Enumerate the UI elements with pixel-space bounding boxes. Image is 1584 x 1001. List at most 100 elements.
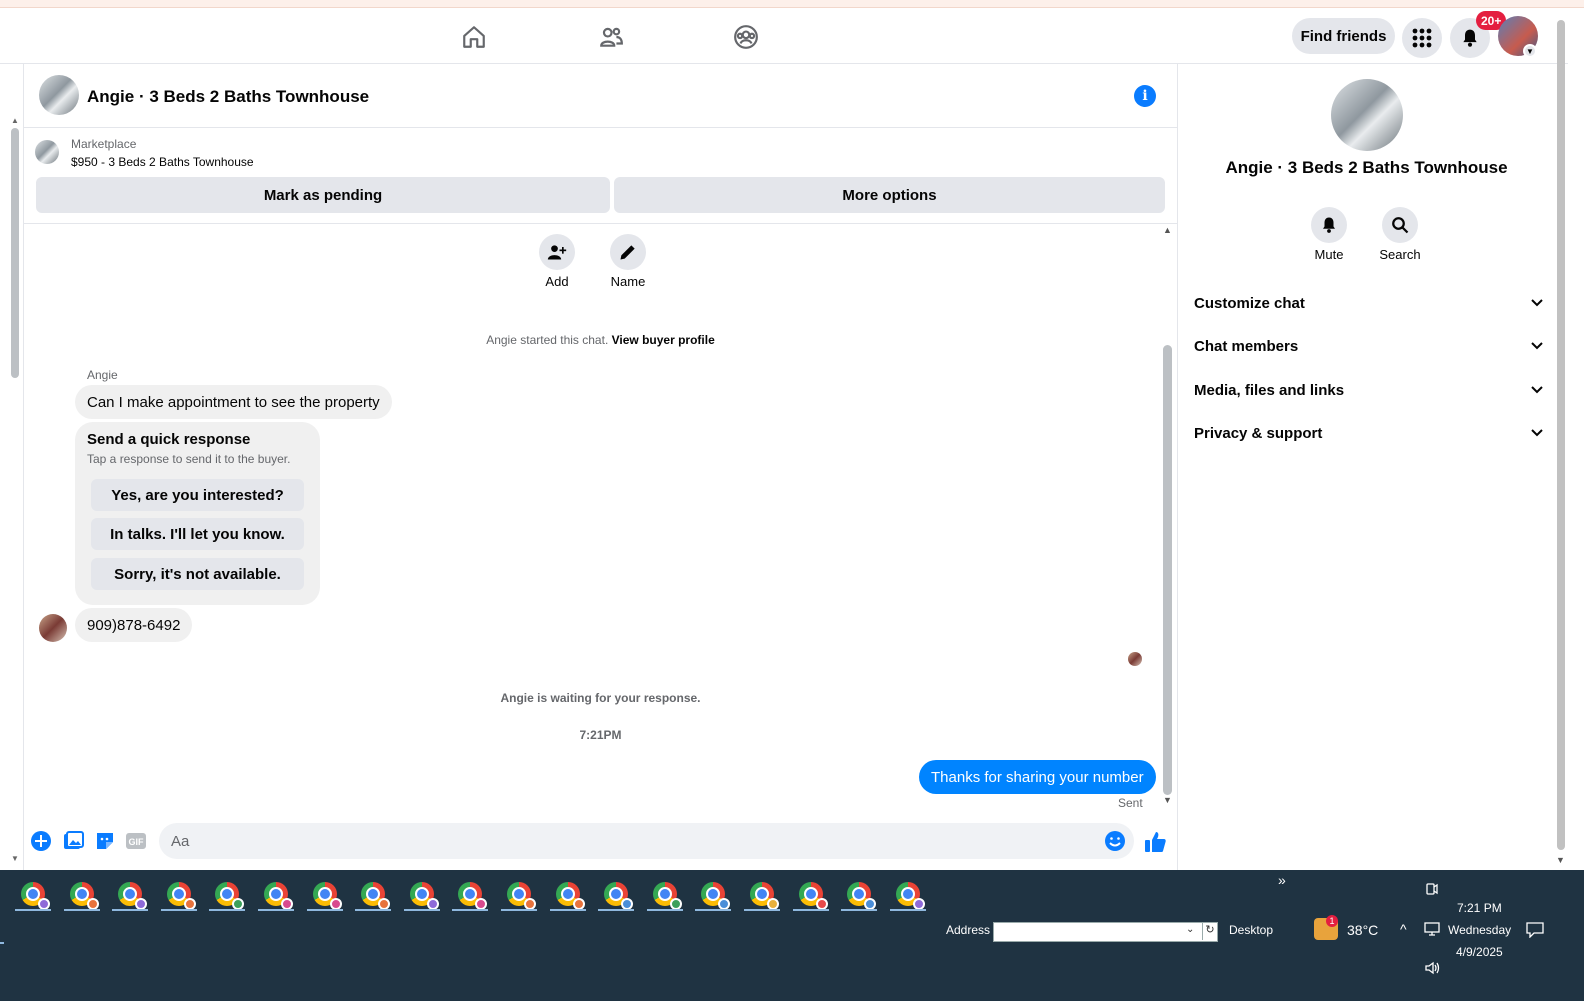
search-icon[interactable] [1382,207,1418,243]
meet-now-icon[interactable] [1424,882,1438,899]
media-files-links-section[interactable]: Media, files and links [1194,370,1544,410]
scroll-up-icon[interactable]: ▲ [1163,225,1172,235]
chat-title[interactable]: Angie · 3 Beds 2 Baths Townhouse [87,87,369,107]
outgoing-message[interactable]: Thanks for sharing your number [919,760,1156,794]
weather-icon[interactable]: 1 [1314,915,1338,940]
mute-label: Mute [1314,247,1344,262]
quick-response-unavailable-button[interactable]: Sorry, it's not available. [91,558,304,590]
taskbar-edge-marker [0,942,4,944]
section-label: Media, files and links [1194,381,1345,399]
chrome-icon [555,882,585,910]
taskbar-chrome-app[interactable] [110,878,150,911]
mark-as-pending-button[interactable]: Mark as pending [36,177,610,213]
taskbar-chrome-app[interactable] [353,878,393,911]
sticker-icon[interactable] [94,830,116,852]
clock-time[interactable]: 7:21 PM [1457,901,1502,915]
chevron-down-icon[interactable]: ⌄ [1186,924,1194,935]
taskbar-chrome-app[interactable] [693,878,733,911]
listing-thumbnail[interactable] [35,140,59,164]
message-text: Thanks for sharing your number [931,768,1144,786]
quick-response-yes-button[interactable]: Yes, are you interested? [91,479,304,511]
chevron-down-icon [1531,342,1543,350]
left-scrollbar-thumb[interactable] [11,128,19,378]
volume-icon[interactable] [1424,961,1440,978]
customize-chat-section[interactable]: Customize chat [1194,283,1544,323]
friends-icon[interactable] [596,22,626,52]
home-icon[interactable] [459,22,489,52]
groups-icon[interactable] [731,22,761,52]
plus-icon[interactable] [30,830,52,852]
quick-response-title: Send a quick response [87,431,251,448]
taskbar-chrome-app[interactable] [645,878,685,911]
taskbar-chrome-app[interactable] [888,878,928,911]
chrome-icon [21,882,50,910]
section-label: Privacy & support [1194,424,1323,442]
taskbar-chrome-app[interactable] [159,878,199,911]
chrome-icon [507,882,536,910]
quick-response-talks-button[interactable]: In talks. I'll let you know. [91,518,304,550]
chevron-up-icon[interactable]: ^ [1400,921,1407,937]
taskbar-chrome-app[interactable] [62,878,102,911]
chevron-down-icon[interactable]: ▼ [1523,44,1537,58]
network-icon[interactable] [1424,922,1440,939]
temperature[interactable]: 38°C [1347,922,1378,938]
chrome-icon [895,882,925,910]
scroll-up-icon[interactable]: ▲ [11,116,19,125]
chat-started-note: Angie started this chat. View buyer prof… [24,333,1177,347]
scroll-down-icon[interactable]: ▼ [1556,855,1565,865]
chat-details-title: Angie · 3 Beds 2 Baths Townhouse [1225,158,1508,177]
emoji-icon[interactable] [1104,830,1126,852]
find-friends-button[interactable]: Find friends [1292,18,1395,54]
chrome-icon [409,882,439,910]
taskbar-chrome-app[interactable] [839,878,879,911]
taskbar-chrome-app[interactable] [791,878,831,911]
desktop-toolbar-label[interactable]: Desktop [1229,923,1273,937]
scroll-down-icon[interactable]: ▼ [1163,795,1172,805]
taskbar-chrome-app[interactable] [499,878,539,911]
browser-top-strip [0,0,1584,8]
sender-avatar[interactable] [39,614,67,642]
mute-bell-icon[interactable] [1311,207,1347,243]
taskbar-chrome-app[interactable] [450,878,490,911]
chrome-icon [69,882,99,910]
page-scrollbar-thumb[interactable] [1557,20,1565,850]
photo-icon[interactable] [62,830,84,852]
taskbar-chrome-app[interactable] [402,878,442,911]
chrome-icon [166,882,196,910]
add-person-icon[interactable] [539,234,575,270]
gif-icon[interactable]: GIF [125,830,147,852]
taskbar-chrome-app[interactable] [256,878,296,911]
chat-members-section[interactable]: Chat members [1194,326,1544,366]
view-buyer-profile-link[interactable]: View buyer profile [612,333,715,347]
info-icon[interactable]: i [1134,85,1156,107]
address-input[interactable] [993,922,1218,942]
taskbar-chrome-app[interactable] [13,878,53,911]
incoming-message[interactable]: 909)878-6492 [75,608,193,642]
taskbar-chrome-app[interactable] [596,878,636,911]
chrome-icon [312,882,342,910]
scroll-down-icon[interactable]: ▼ [11,854,19,863]
refresh-icon[interactable]: ↻ [1202,923,1217,940]
add-label: Add [545,274,569,289]
pencil-icon[interactable] [610,234,646,270]
quick-response-card: Send a quick response Tap a response to … [75,422,320,605]
chat-details-avatar[interactable] [1331,79,1403,151]
chat-avatar[interactable] [39,75,79,115]
sender-name: Angie [87,368,118,382]
more-options-button[interactable]: More options [614,177,1165,213]
message-input[interactable] [159,823,1134,859]
thumbs-up-icon[interactable] [1143,830,1167,854]
listing-title[interactable]: $950 - 3 Beds 2 Baths Townhouse [71,155,254,169]
privacy-support-section[interactable]: Privacy & support [1194,413,1544,453]
menu-grid-icon[interactable] [1402,18,1442,58]
taskbar-overflow-icon[interactable]: » [1278,872,1286,888]
taskbar-chrome-app[interactable] [305,878,345,911]
notification-center-icon[interactable] [1526,922,1544,941]
taskbar-chrome-app[interactable] [207,878,247,911]
clock-day[interactable]: Wednesday [1448,923,1511,937]
clock-date[interactable]: 4/9/2025 [1456,945,1503,959]
taskbar-chrome-app[interactable] [742,878,782,911]
marketplace-label: Marketplace [71,137,137,151]
taskbar-chrome-app[interactable] [548,878,588,911]
incoming-message[interactable]: Can I make appointment to see the proper… [75,385,392,419]
